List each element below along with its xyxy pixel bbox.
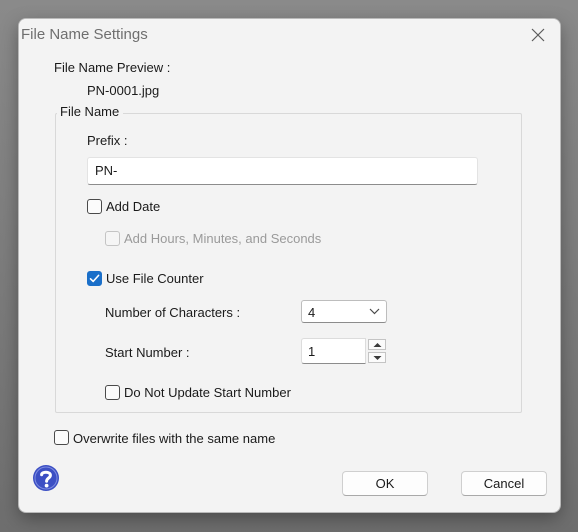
prefix-label: Prefix :: [87, 133, 128, 148]
use-file-counter-checkbox[interactable]: [87, 271, 102, 286]
start-number-increment-button[interactable]: [368, 339, 386, 350]
preview-label: File Name Preview :: [54, 60, 171, 75]
arrow-up-icon: [373, 343, 382, 347]
checkmark-icon: [89, 274, 100, 283]
number-of-characters-select[interactable]: 4: [301, 300, 387, 323]
do-not-update-start-number-checkbox[interactable]: [105, 385, 120, 400]
number-of-characters-value: 4: [308, 305, 316, 320]
start-number-decrement-button[interactable]: [368, 352, 386, 363]
add-date-label[interactable]: Add Date: [106, 199, 160, 214]
use-file-counter-label[interactable]: Use File Counter: [106, 271, 204, 286]
start-number-value: 1: [308, 344, 316, 359]
window-title: File Name Settings: [21, 26, 148, 43]
arrow-down-icon: [373, 356, 382, 360]
help-button[interactable]: [32, 464, 60, 492]
chevron-down-icon: [369, 308, 380, 315]
help-icon: [33, 465, 59, 491]
add-time-label: Add Hours, Minutes, and Seconds: [124, 231, 322, 246]
prefix-input[interactable]: PN-: [87, 157, 478, 185]
close-button[interactable]: [524, 22, 552, 48]
add-date-checkbox[interactable]: [87, 199, 102, 214]
file-name-group-legend: File Name: [57, 104, 124, 119]
number-of-characters-label: Number of Characters :: [105, 305, 241, 320]
overwrite-checkbox[interactable]: [54, 430, 69, 445]
do-not-update-start-number-label[interactable]: Do Not Update Start Number: [124, 385, 291, 400]
close-icon: [531, 28, 545, 42]
cancel-button[interactable]: Cancel: [461, 471, 547, 496]
add-time-checkbox: [105, 231, 120, 246]
title-bar: File Name Settings: [19, 19, 560, 51]
start-number-input[interactable]: 1: [301, 338, 366, 364]
start-number-label: Start Number :: [105, 345, 190, 360]
ok-button[interactable]: OK: [342, 471, 428, 496]
overwrite-label[interactable]: Overwrite files with the same name: [73, 431, 275, 446]
file-name-settings-dialog: File Name Settings File Name Preview : P…: [19, 19, 560, 512]
preview-value: PN-0001.jpg: [87, 83, 160, 98]
